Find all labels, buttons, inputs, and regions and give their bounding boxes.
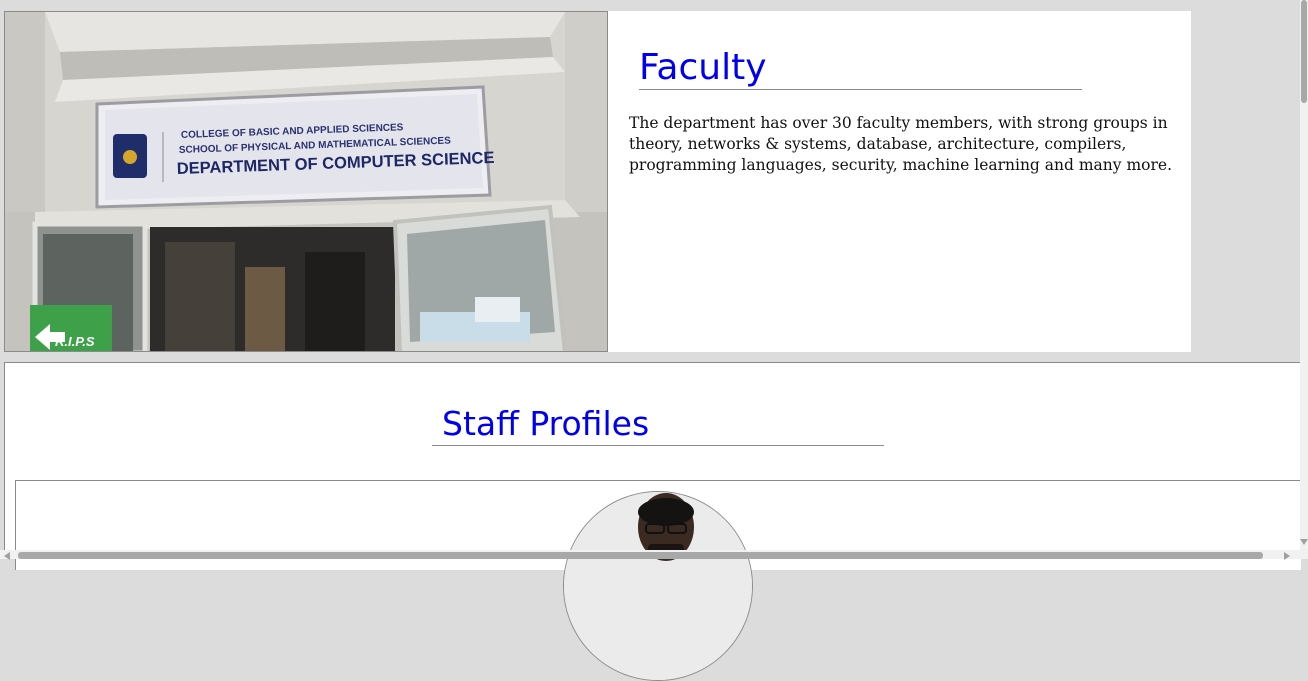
- faculty-section: COLLEGE OF BASIC AND APPLIED SCIENCES SC…: [4, 11, 1191, 352]
- staff-profiles-section: Staff Profiles: [4, 362, 1301, 681]
- staff-profiles-heading: Staff Profiles: [432, 403, 884, 446]
- faculty-heading: Faculty: [639, 47, 1082, 90]
- vertical-scrollbar[interactable]: [1300, 0, 1308, 559]
- scroll-down-arrow-icon[interactable]: [1300, 539, 1308, 545]
- department-building-photo: COLLEGE OF BASIC AND APPLIED SCIENCES SC…: [4, 11, 608, 352]
- staff-avatar: [563, 491, 753, 681]
- horizontal-scrollbar-thumb[interactable]: [18, 552, 1263, 559]
- staff-portrait: [564, 492, 752, 680]
- building-photo-illustration: COLLEGE OF BASIC AND APPLIED SCIENCES SC…: [5, 12, 607, 351]
- vertical-scrollbar-thumb[interactable]: [1301, 0, 1307, 103]
- faculty-description: The department has over 30 faculty membe…: [629, 114, 1172, 174]
- horizontal-scrollbar[interactable]: [0, 550, 1300, 560]
- green-sign-text: R.I.P.S: [55, 334, 95, 349]
